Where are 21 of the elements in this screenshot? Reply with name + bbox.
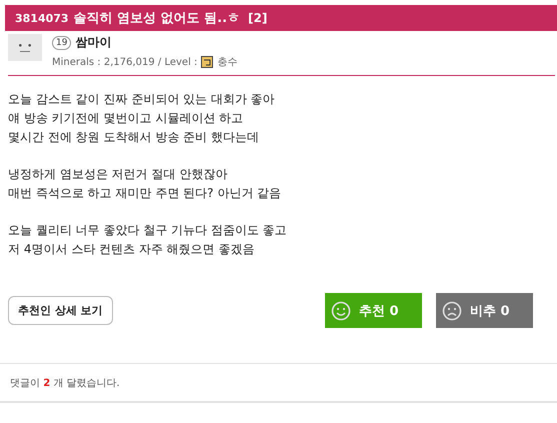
body-text: 저 4명이서 스타 컨텐츠 자주 해줬으면 좋겠음 xyxy=(8,241,256,258)
post-title: 솔직히 염보성 없어도 됨..ㅎ xyxy=(74,10,240,27)
comment-summary: 댓글이 2 개 달렸습니다. xyxy=(10,378,120,389)
rank-text: 충수 xyxy=(217,56,238,69)
post-id: 3814073 xyxy=(15,12,69,24)
body-text: 몇시간 전에 창원 도착해서 방송 준비 했다는데 xyxy=(8,129,260,146)
frown-icon xyxy=(442,300,462,320)
face-icon xyxy=(19,44,31,52)
downvote-button[interactable]: 비추 0 xyxy=(436,293,533,328)
body-text: 얘 방송 키기전에 몇번이고 시뮬레이션 하고 xyxy=(8,110,244,127)
author-name[interactable]: 쌈마이 xyxy=(75,34,112,51)
body-text: 매번 즉석으로 하고 재미만 주면 된다? 아닌거 같음 xyxy=(8,185,282,202)
level-badge: 19 xyxy=(52,36,72,50)
minerals-text: Minerals : 2,176,019 / Level : xyxy=(52,56,198,68)
body-text: 오늘 퀄리티 너무 좋았다 철구 기뉴다 점줌이도 좋고 xyxy=(8,222,288,239)
recommenders-button[interactable]: 추천인 상세 보기 xyxy=(8,296,113,325)
smile-icon xyxy=(331,300,351,320)
body-text: 오늘 감스트 같이 진짜 준비되어 있는 대회가 좋아 xyxy=(8,91,276,108)
comment-count: [2] xyxy=(248,11,268,25)
rank-icon xyxy=(201,56,214,68)
body-text: 냉정하게 염보성은 저런거 절대 안했잖아 xyxy=(8,166,228,183)
